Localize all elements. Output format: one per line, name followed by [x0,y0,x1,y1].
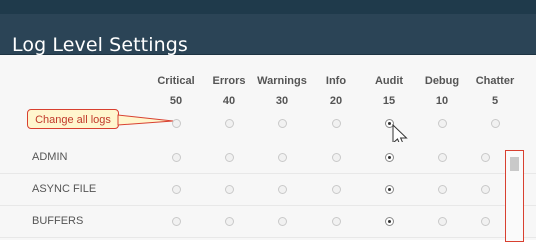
admin-radio-debug[interactable] [438,153,447,162]
column-level: 15 [382,95,396,107]
column-level: 5 [491,95,499,107]
change-all-radio-debug[interactable] [438,119,447,128]
dialog-titlebar: Log Level Settings [0,14,536,56]
change-all-radio-critical[interactable] [172,119,181,128]
column-header-info: Info 20 [307,74,365,108]
async-file-radio-critical[interactable] [172,185,181,194]
column-level: 10 [435,95,449,107]
buffers-radio-chatter[interactable] [481,217,490,226]
column-label: Audit [374,75,404,87]
column-header-warnings: Warnings 30 [253,74,311,108]
column-level: 40 [222,95,236,107]
change-all-radio-errors[interactable] [225,119,234,128]
scrollbar-thumb[interactable] [510,157,519,171]
column-label: Debug [424,75,460,87]
async-file-radio-debug[interactable] [438,185,447,194]
column-header-debug: Debug 10 [413,74,471,108]
log-row-label: BUFFERS [32,215,84,227]
admin-radio-errors[interactable] [225,153,234,162]
column-label: Errors [212,75,246,87]
async-file-radio-info[interactable] [332,185,341,194]
log-row-label: ADMIN [32,151,68,163]
window-top-strip [0,0,536,14]
column-label: Critical [157,75,195,87]
async-file-radio-audit[interactable] [385,185,394,194]
column-level: 30 [275,95,289,107]
admin-radio-info[interactable] [332,153,341,162]
column-header-audit: Audit 15 [360,74,418,108]
buffers-radio-warnings[interactable] [278,217,287,226]
admin-radio-warnings[interactable] [278,153,287,162]
log-row-admin: ADMIN [0,142,536,174]
buffers-radio-audit[interactable] [385,217,394,226]
change-all-radio-info[interactable] [332,119,341,128]
buffers-radio-info[interactable] [332,217,341,226]
change-all-radio-warnings[interactable] [278,119,287,128]
column-header-chatter: Chatter 5 [466,74,524,108]
admin-radio-audit[interactable] [385,153,394,162]
dialog-title: Log Level Settings [12,34,188,56]
column-header-errors: Errors 40 [200,74,258,108]
admin-radio-chatter[interactable] [481,153,490,162]
async-file-radio-warnings[interactable] [278,185,287,194]
change-all-radio-chatter[interactable] [491,119,500,128]
column-header-critical: Critical 50 [147,74,205,108]
admin-radio-critical[interactable] [172,153,181,162]
async-file-radio-chatter[interactable] [481,185,490,194]
column-level: 20 [329,95,343,107]
column-label: Warnings [257,75,307,87]
change-all-logs-callout: Change all logs [27,109,119,129]
column-label: Info [325,75,347,87]
log-row-async-file: ASYNC FILE [0,174,536,206]
column-label: Chatter [475,75,515,87]
log-row-label: ASYNC FILE [32,183,97,195]
async-file-radio-errors[interactable] [225,185,234,194]
buffers-radio-errors[interactable] [225,217,234,226]
callout-pointer [117,114,174,126]
log-row-buffers: BUFFERS [0,206,536,238]
column-level: 50 [169,95,183,107]
buffers-radio-critical[interactable] [172,217,181,226]
vertical-scrollbar[interactable] [505,150,524,242]
buffers-radio-debug[interactable] [438,217,447,226]
